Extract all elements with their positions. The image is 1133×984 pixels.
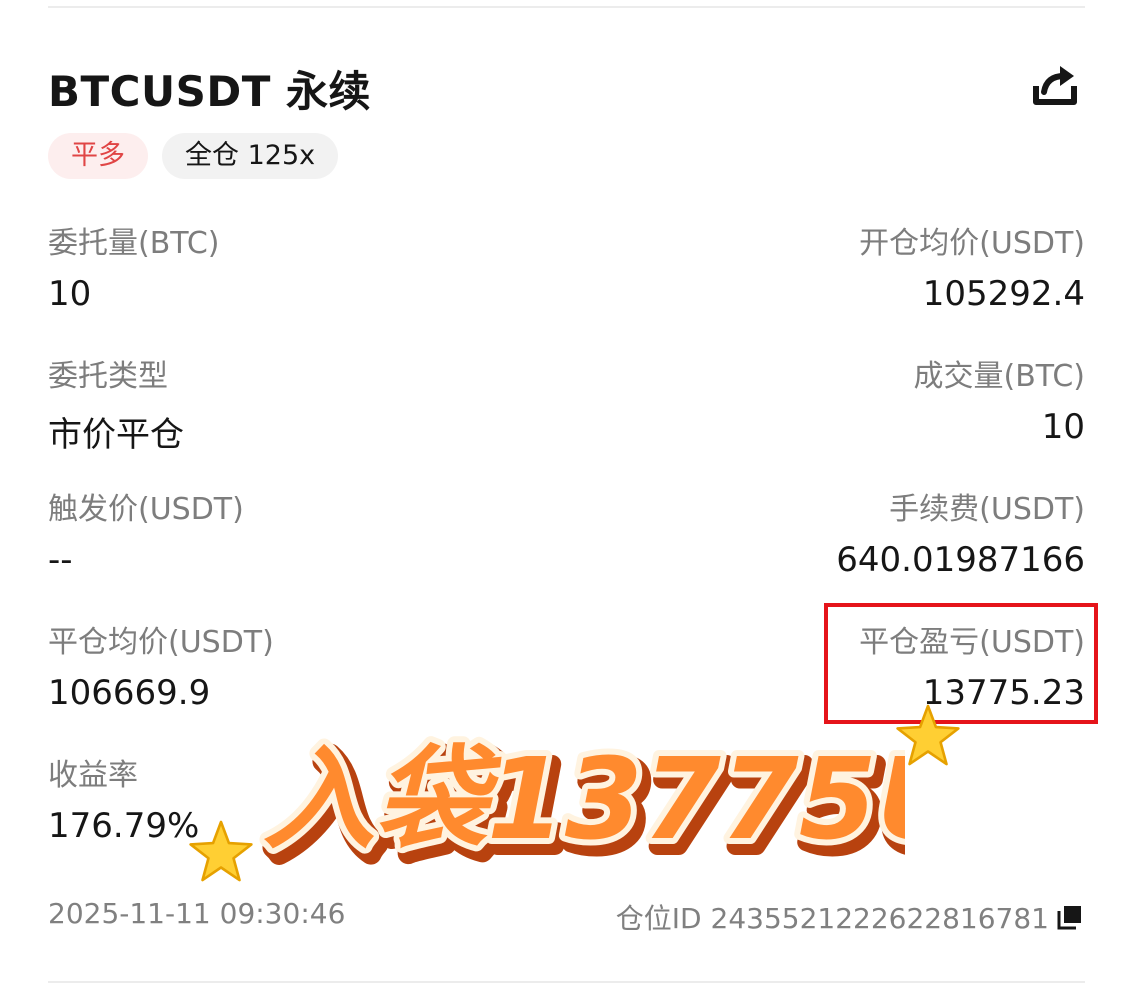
order-type-label: 委托类型: [48, 359, 168, 394]
badge-row: 平多 全仓 125x: [48, 133, 339, 179]
trigger-price-label: 触发价(USDT): [48, 492, 244, 527]
filled-qty-label: 成交量(BTC): [913, 359, 1085, 394]
filled-qty-field: 成交量(BTC) 10: [913, 351, 1085, 447]
position-id-row: 仓位ID 2435521222622816781: [616, 897, 1085, 937]
close-price-field: 平仓均价(USDT) 106669.9: [48, 617, 274, 713]
bottom-divider: [48, 981, 1085, 983]
roi-label: 收益率: [48, 758, 138, 793]
open-price-field: 开仓均价(USDT) 105292.4: [859, 218, 1085, 314]
sticker-text: 入袋13775U: [263, 735, 905, 865]
open-price-label: 开仓均价(USDT): [859, 226, 1085, 261]
star-icon: [896, 704, 960, 766]
order-timestamp: 2025-11-11 09:30:46: [48, 897, 346, 930]
close-price-value: 106669.9: [48, 673, 211, 713]
open-price-value: 105292.4: [922, 274, 1085, 314]
order-type-field: 委托类型 市价平仓: [48, 351, 184, 456]
order-qty-label: 委托量(BTC): [48, 226, 220, 261]
pnl-highlight-box: [824, 603, 1098, 724]
order-qty-field: 委托量(BTC) 10: [48, 218, 220, 314]
order-qty-value: 10: [48, 274, 92, 314]
fee-label: 手续费(USDT): [889, 492, 1085, 527]
close-price-label: 平仓均价(USDT): [48, 625, 274, 660]
order-type-value: 市价平仓: [48, 415, 184, 455]
side-badge: 平多: [48, 133, 148, 179]
page-title: BTCUSDT 永续: [48, 67, 371, 116]
position-id: 仓位ID 2435521222622816781: [615, 902, 1049, 935]
profit-sticker: 入袋13775U 入袋13775U 入袋13775U: [257, 729, 905, 880]
fee-field: 手续费(USDT) 640.01987166: [836, 484, 1085, 580]
roi-value: 176.79%: [48, 806, 200, 846]
share-icon[interactable]: [1030, 62, 1080, 110]
top-divider: [48, 6, 1085, 8]
copy-icon[interactable]: [1055, 902, 1085, 932]
margin-leverage-badge: 全仓 125x: [162, 133, 339, 179]
trigger-price-field: 触发价(USDT) --: [48, 484, 244, 580]
roi-field: 收益率 176.79%: [48, 750, 199, 846]
fee-value: 640.01987166: [836, 540, 1085, 580]
trigger-price-value: --: [48, 540, 73, 580]
star-icon: [189, 820, 253, 882]
filled-qty-value: 10: [1041, 407, 1085, 447]
